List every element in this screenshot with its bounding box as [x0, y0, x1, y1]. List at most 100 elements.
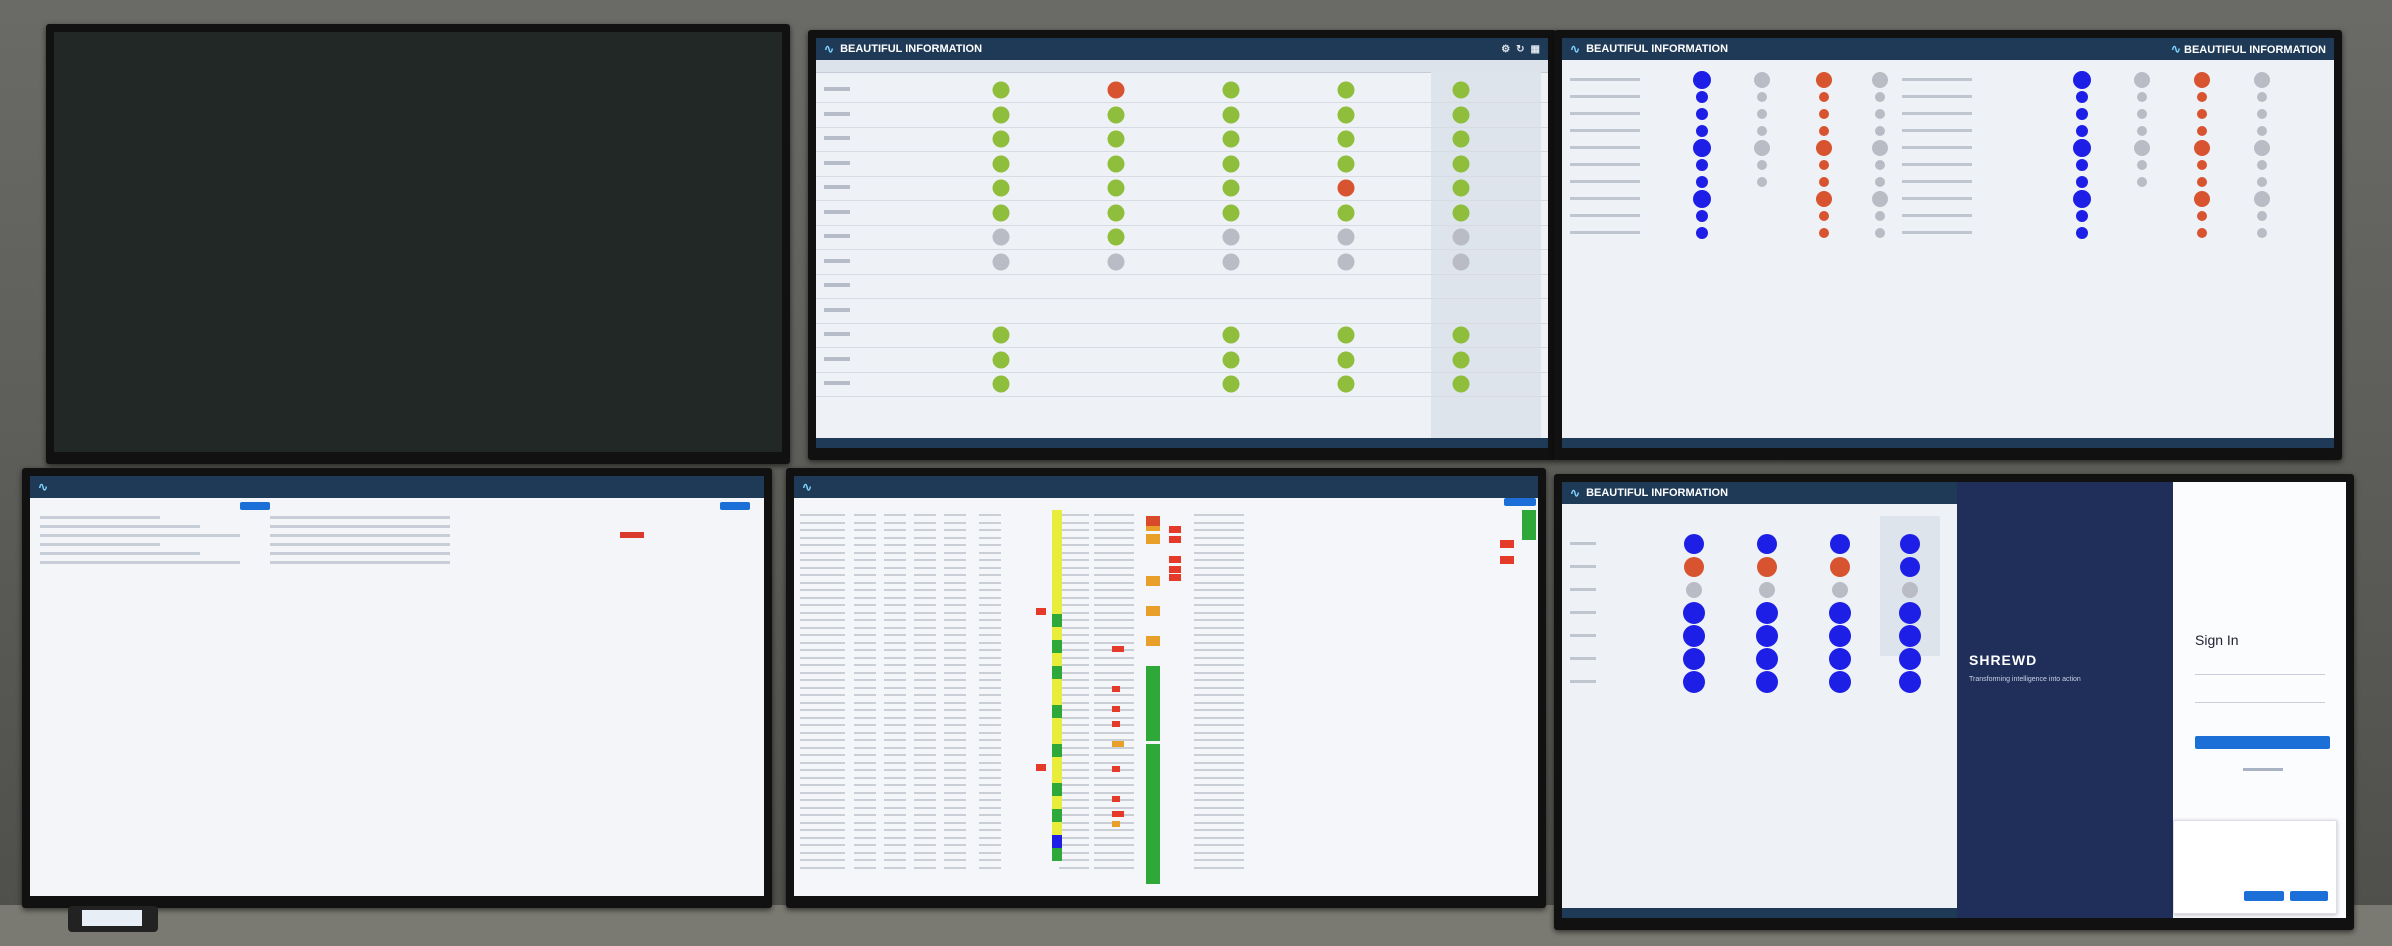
table-cell-text [1059, 806, 1089, 809]
header-tools[interactable]: ⚙ ↻ ▦ [1501, 44, 1540, 55]
table-cell-text [800, 604, 845, 606]
table-cell-text [854, 566, 876, 569]
table-cell-text [1194, 844, 1244, 846]
cookie-accept-button[interactable] [2244, 891, 2284, 901]
signin-title: Sign In [2195, 632, 2239, 648]
metric-dot [1756, 671, 1778, 693]
table-cell-text [800, 544, 845, 546]
table-cell-text [800, 731, 845, 734]
grid-row-divider [816, 126, 1548, 128]
table-cell-text [1059, 529, 1089, 531]
metric-dot [2257, 109, 2267, 119]
table-cell-text [800, 776, 845, 779]
monitor-top-left [46, 24, 790, 464]
table-cell-text [884, 619, 906, 621]
table-cell-text [884, 559, 906, 561]
table-cell-text [854, 821, 876, 824]
status-cell [1112, 646, 1124, 652]
table-cell-text [1059, 581, 1089, 584]
table-cell-text [979, 739, 1001, 741]
table-cell-text [1194, 724, 1244, 726]
status-dot [992, 228, 1010, 246]
table-cell-text [854, 641, 876, 644]
table-cell-text [944, 791, 966, 794]
table-cell-text [1094, 671, 1134, 674]
status-dot [1337, 179, 1355, 197]
table-cell-text [1194, 814, 1244, 816]
table-cell-text [1094, 656, 1134, 659]
dashboard-grid-screen: ∿ BEAUTIFUL INFORMATION ⚙ ↻ ▦ [816, 38, 1548, 448]
list-row-text [40, 552, 200, 555]
cookie-manage-button[interactable] [2290, 891, 2328, 901]
dashboard-title: BEAUTIFUL INFORMATION [1586, 487, 1729, 499]
table-cell-text [944, 844, 966, 846]
refresh-icon[interactable]: ↻ [1516, 44, 1524, 55]
status-dot [1222, 326, 1240, 344]
password-field[interactable] [2195, 692, 2325, 703]
metric-dot [2076, 108, 2088, 120]
metric-dot [2076, 227, 2088, 239]
table-cell-text [800, 761, 845, 764]
table-cell-text [914, 581, 936, 584]
grid-row-divider [816, 175, 1548, 177]
table-cell-text [944, 821, 966, 824]
status-dot [992, 106, 1010, 123]
table-cell-text [1194, 671, 1244, 674]
grid-icon[interactable]: ▦ [1531, 44, 1540, 55]
status-cell [1052, 601, 1062, 614]
table-cell-text [884, 701, 906, 704]
table-cell-text [884, 589, 906, 591]
table-cell-text [1094, 784, 1134, 786]
table-cell-text [854, 829, 876, 831]
table-cell-text [1094, 754, 1134, 756]
table-cell-text [800, 784, 845, 786]
username-field[interactable] [2195, 664, 2325, 675]
table-cell-text [800, 694, 845, 696]
metric-dot [1829, 648, 1851, 670]
table-cell-text [914, 799, 936, 801]
table-cell-text [800, 821, 845, 824]
table-cell-text [979, 664, 1001, 666]
table-cell-text [944, 664, 966, 666]
table-cell-text [944, 536, 966, 539]
metric-dot [1816, 72, 1832, 88]
table-cell-text [944, 686, 966, 689]
table-cell-text [884, 656, 906, 659]
table-cell-text [914, 746, 936, 749]
table-cell-text [944, 694, 966, 696]
table-cell-text [1059, 724, 1089, 726]
table-cell-text [944, 709, 966, 711]
table-cell-text [1194, 784, 1244, 786]
table-cell-text [1194, 521, 1244, 524]
row-label-placeholder [1902, 129, 1972, 132]
login-tagline: Transforming intelligence into action [1969, 676, 2081, 683]
table-cell-text [1059, 679, 1089, 681]
dashboard-title: BEAUTIFUL INFORMATION [1586, 43, 1729, 55]
table-cell-text [854, 536, 876, 539]
table-cell-text [914, 769, 936, 771]
table-cell-text [1094, 544, 1134, 546]
status-cell [1169, 556, 1181, 563]
table-cell-text [854, 574, 876, 576]
metric-dot [1757, 534, 1777, 554]
login-button[interactable] [2195, 736, 2330, 749]
status-cell [1169, 526, 1181, 533]
metric-dot [2076, 210, 2088, 222]
table-cell-text [979, 821, 1001, 824]
table-cell-text [854, 671, 876, 674]
table-cell-text [1059, 829, 1089, 831]
row-label-placeholder [1570, 129, 1640, 132]
status-dot [1337, 130, 1355, 148]
table-cell-text [1194, 746, 1244, 749]
metric-dot [2137, 177, 2147, 187]
table-cell-text [1094, 844, 1134, 846]
table-cell-text [1094, 529, 1134, 531]
forgot-password-link[interactable] [2243, 768, 2283, 771]
table-cell-text [979, 754, 1001, 756]
metric-dot [1829, 671, 1851, 693]
table-cell-text [944, 859, 966, 861]
metric-dot [1819, 211, 1829, 221]
settings-icon[interactable]: ⚙ [1501, 44, 1510, 55]
logo-wave-icon: ∿ [2170, 42, 2181, 56]
table-cell-text [944, 761, 966, 764]
